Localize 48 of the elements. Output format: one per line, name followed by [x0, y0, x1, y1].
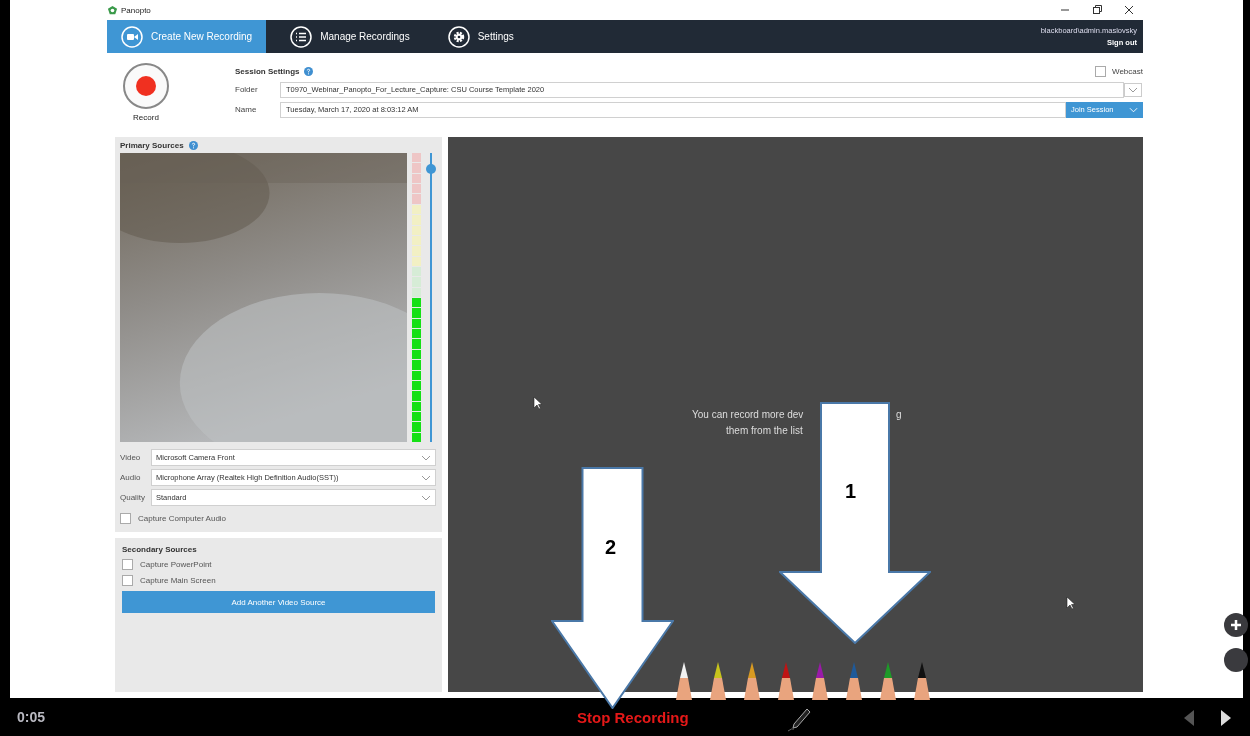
field-label: Name — [235, 105, 258, 114]
cursor-icon — [533, 396, 543, 410]
canvas-message: them from the list — [726, 424, 803, 438]
elapsed-time: 0:05 — [17, 709, 46, 725]
caret-icon — [421, 494, 431, 501]
checkbox[interactable] — [122, 574, 133, 586]
field-label: Folder — [235, 85, 259, 94]
canvas-message: g — [896, 408, 902, 422]
field-label: Quality — [120, 493, 146, 502]
logo-icon — [107, 4, 118, 16]
settings-icon — [447, 25, 470, 48]
arrow-number: 2 — [605, 536, 617, 559]
nav-tab[interactable]: Settings — [433, 20, 528, 53]
checkbox-label: Capture PowerPoint — [140, 559, 212, 569]
nav-tab[interactable]: Manage Recordings — [276, 20, 424, 53]
arrow-number: 1 — [845, 480, 857, 503]
checkbox-label: Capture Computer Audio — [138, 514, 227, 523]
cursor-icon — [1066, 596, 1076, 610]
help-icon[interactable] — [188, 141, 198, 150]
section-title: Session Settings — [235, 66, 300, 76]
zoom-in-button[interactable] — [1224, 613, 1248, 637]
slider-thumb[interactable] — [426, 164, 436, 175]
list-icon — [290, 25, 313, 48]
help-icon[interactable] — [304, 66, 314, 76]
record-label: Record — [133, 113, 159, 122]
zoom-out-button[interactable] — [1224, 648, 1248, 672]
close-icon[interactable] — [1123, 4, 1135, 16]
field-label: Audio — [120, 473, 142, 482]
restore-icon[interactable] — [1091, 4, 1103, 16]
record-button[interactable] — [123, 63, 169, 109]
caret-icon — [1129, 106, 1138, 113]
field-label: Video — [120, 453, 142, 462]
section-title: Secondary Sources — [122, 543, 198, 555]
checkbox[interactable] — [120, 513, 131, 524]
caret-icon — [421, 454, 431, 461]
video-camera-icon — [121, 25, 143, 48]
checkbox[interactable] — [122, 558, 133, 570]
plus-icon — [1229, 618, 1243, 632]
dropdown-button[interactable] — [1124, 82, 1142, 97]
section-title: Primary Sources — [120, 141, 184, 150]
checkbox-label: Capture Main Screen — [140, 575, 216, 585]
webcast-checkbox[interactable] — [1095, 65, 1106, 77]
canvas-message: You can record more dev — [692, 409, 804, 420]
caret-icon — [1128, 86, 1138, 93]
app-name: Panopto — [121, 5, 151, 15]
checkbox-label: Webcast — [1112, 66, 1143, 76]
caret-icon — [421, 474, 431, 481]
stop-recording-button[interactable]: Stop Recording — [577, 708, 689, 726]
